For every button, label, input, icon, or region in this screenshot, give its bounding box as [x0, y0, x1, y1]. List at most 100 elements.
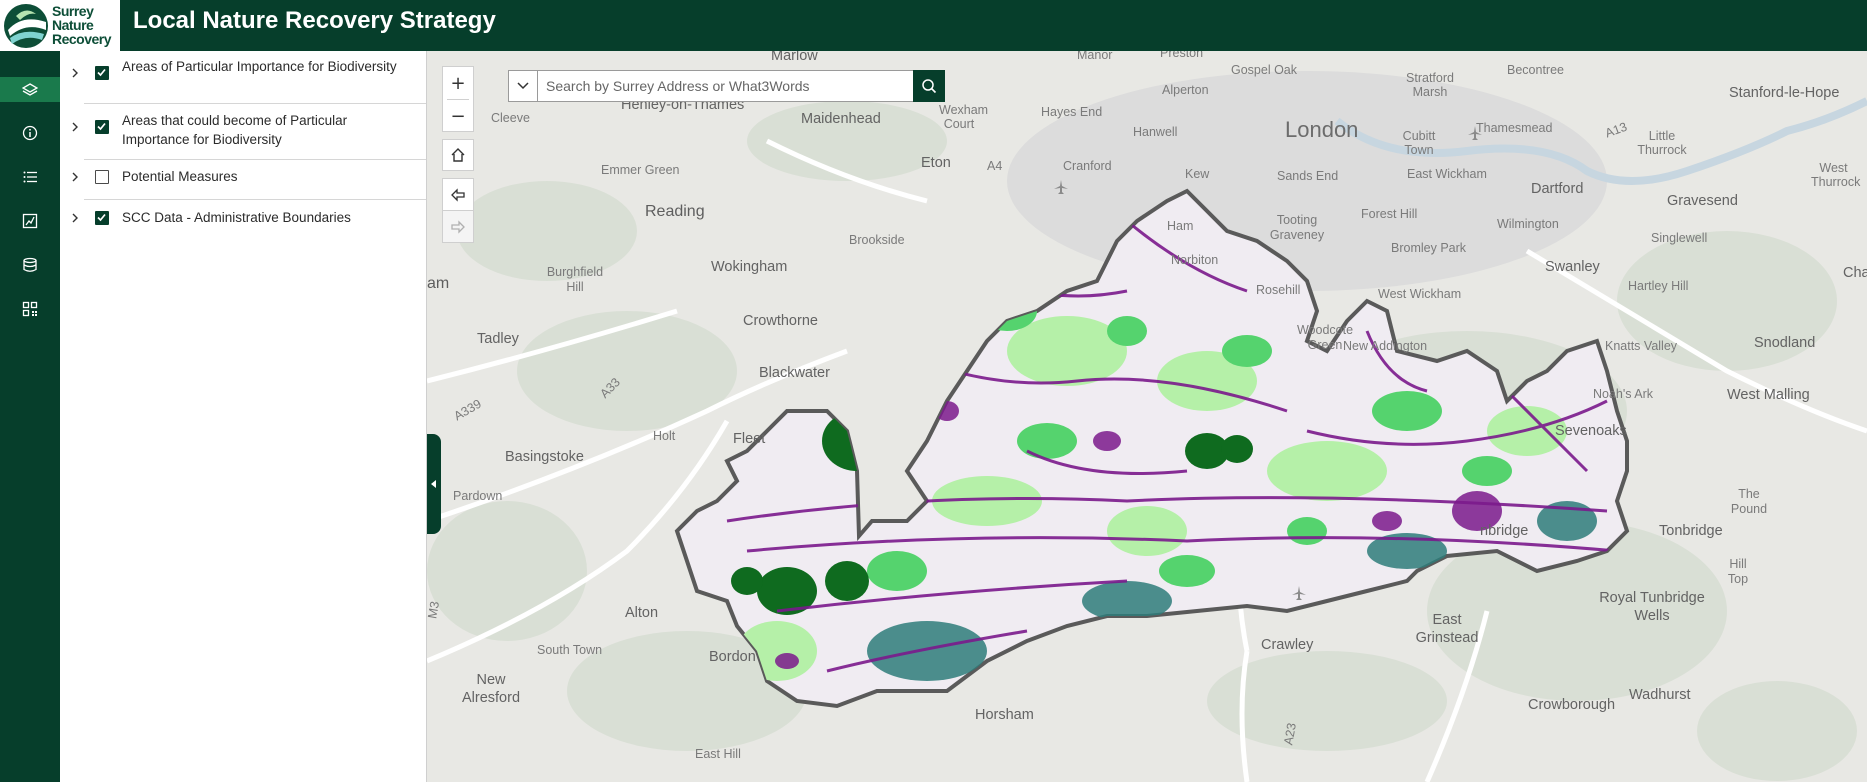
- legend-list-icon: [23, 171, 37, 183]
- info-button[interactable]: [0, 111, 60, 155]
- qr-button[interactable]: [0, 287, 60, 331]
- database-icon: [23, 257, 37, 272]
- map-label: Hayes End: [1041, 105, 1103, 119]
- search-source-dropdown[interactable]: [508, 70, 538, 102]
- layer-visibility-checkbox[interactable]: [95, 120, 109, 134]
- search-input[interactable]: [538, 70, 923, 102]
- map-label: Norbiton: [1171, 253, 1219, 267]
- map-label: Ham: [1167, 219, 1194, 233]
- layer-item[interactable]: Areas that could become of Particular Im…: [60, 111, 426, 160]
- app-header: Surrey Nature Recovery Local Nature Reco…: [0, 0, 1867, 51]
- legend-button[interactable]: [0, 155, 60, 199]
- map-label: Tadley: [477, 331, 519, 347]
- map-label: Thamesmead: [1476, 121, 1553, 135]
- search-widget: [508, 70, 945, 102]
- map-label: Wexham Court: [939, 103, 989, 131]
- side-rail: [0, 51, 60, 782]
- map-label: Cranford: [1063, 159, 1112, 173]
- map-label: Crowthorne: [743, 313, 818, 329]
- layer-divider: [84, 103, 426, 104]
- map-label: Gravesend: [1667, 193, 1738, 209]
- map-label: West Thurrock: [1811, 161, 1861, 189]
- layer-item[interactable]: Potential Measures: [60, 167, 426, 200]
- map-view[interactable]: Marlow Manor Preston Gospel Oak Stratfor…: [427, 51, 1867, 782]
- map-label: Noah's Ark: [1593, 387, 1654, 401]
- map-label: Hill Top: [1727, 557, 1749, 586]
- arrow-right-icon: [451, 219, 465, 234]
- map-label: nbridge: [1480, 523, 1529, 539]
- map-label: London: [1285, 117, 1359, 142]
- map-label: Forest Hill: [1361, 207, 1418, 221]
- map-label: New Addington: [1343, 339, 1428, 353]
- qr-code-icon: [22, 301, 38, 317]
- layer-divider: [84, 159, 426, 160]
- map-label: Blackwater: [759, 365, 830, 381]
- airport-icon: [1468, 126, 1482, 140]
- map-label: A4: [987, 159, 1003, 173]
- map-label: Maidenhead: [801, 111, 881, 127]
- map-label: Gospel Oak: [1231, 63, 1298, 77]
- chart-button[interactable]: [0, 199, 60, 243]
- layer-visibility-checkbox[interactable]: [95, 66, 109, 80]
- layer-divider: [84, 199, 426, 200]
- map-label: The Pound: [1730, 487, 1768, 516]
- layer-visibility-checkbox[interactable]: [95, 170, 109, 184]
- map-label: Wilmington: [1497, 217, 1559, 231]
- map-label: Snodland: [1754, 335, 1816, 351]
- habitat-overlay: [726, 219, 1618, 681]
- logo-wordmark: Surrey Nature Recovery: [52, 3, 112, 46]
- caret-left-icon: [431, 480, 436, 488]
- map-label: West Wickham: [1378, 287, 1462, 301]
- map-label: am: [427, 275, 450, 292]
- map-label: Horsham: [975, 707, 1034, 723]
- collapse-panel-button[interactable]: [427, 434, 441, 534]
- map-label: Crawley: [1261, 637, 1314, 653]
- map-label: East Wickham: [1407, 167, 1487, 181]
- map-label: Hanwell: [1133, 125, 1178, 139]
- expand-chevron-icon[interactable]: [68, 211, 82, 225]
- map-label: Burghfield Hill: [546, 265, 604, 294]
- layer-label: Areas of Particular Importance for Biodi…: [122, 59, 397, 74]
- map-label: Becontree: [1507, 63, 1564, 77]
- map-label: Cubitt Town: [1402, 129, 1436, 157]
- map-label: Bromley Park: [1391, 241, 1467, 255]
- next-extent-button[interactable]: [442, 210, 474, 243]
- layers-button[interactable]: [0, 77, 60, 102]
- zoom-controls: + −: [442, 66, 474, 132]
- map-label: Stratford Marsh: [1406, 71, 1454, 99]
- map-label: Manor: [1077, 51, 1113, 62]
- map-label: New Alresford: [461, 672, 521, 706]
- search-button[interactable]: [913, 70, 945, 102]
- map-label: Knatts Valley: [1605, 339, 1678, 353]
- surrey-nature-recovery-logo: Surrey Nature Recovery: [0, 0, 120, 51]
- layer-visibility-checkbox[interactable]: [95, 211, 109, 225]
- chevron-down-icon: [517, 82, 529, 90]
- layer-label: SCC Data - Administrative Boundaries: [122, 210, 351, 225]
- map-label: Sevenoaks: [1555, 423, 1627, 439]
- map-label: Royal Tunbridge Wells: [1599, 590, 1705, 624]
- map-label: Eton: [921, 155, 951, 171]
- zoom-out-button[interactable]: −: [443, 100, 473, 132]
- expand-chevron-icon[interactable]: [68, 66, 82, 80]
- expand-chevron-icon[interactable]: [68, 120, 82, 134]
- map-label: Preston: [1160, 51, 1204, 60]
- map-label: Bordon: [709, 649, 756, 665]
- layer-item[interactable]: SCC Data - Administrative Boundaries: [60, 208, 426, 238]
- logo-line-1: Surrey: [52, 3, 94, 19]
- data-button[interactable]: [0, 243, 60, 287]
- layer-item[interactable]: Areas of Particular Importance for Biodi…: [60, 57, 426, 104]
- map-label: South Town: [537, 643, 603, 657]
- search-icon: [922, 79, 937, 94]
- home-button[interactable]: [442, 139, 474, 171]
- zoom-in-button[interactable]: +: [443, 67, 473, 99]
- map-label: Brookside: [849, 233, 905, 247]
- previous-extent-button[interactable]: [442, 178, 474, 211]
- expand-chevron-icon[interactable]: [68, 170, 82, 184]
- map-label: Fleet: [733, 431, 766, 447]
- map-label: Chat: [1843, 265, 1867, 281]
- home-icon: [451, 148, 465, 162]
- map-label: East Hill: [695, 747, 741, 761]
- map-label: Wokingham: [711, 259, 788, 275]
- layers-icon: [22, 82, 38, 96]
- map-label: Alperton: [1162, 83, 1209, 97]
